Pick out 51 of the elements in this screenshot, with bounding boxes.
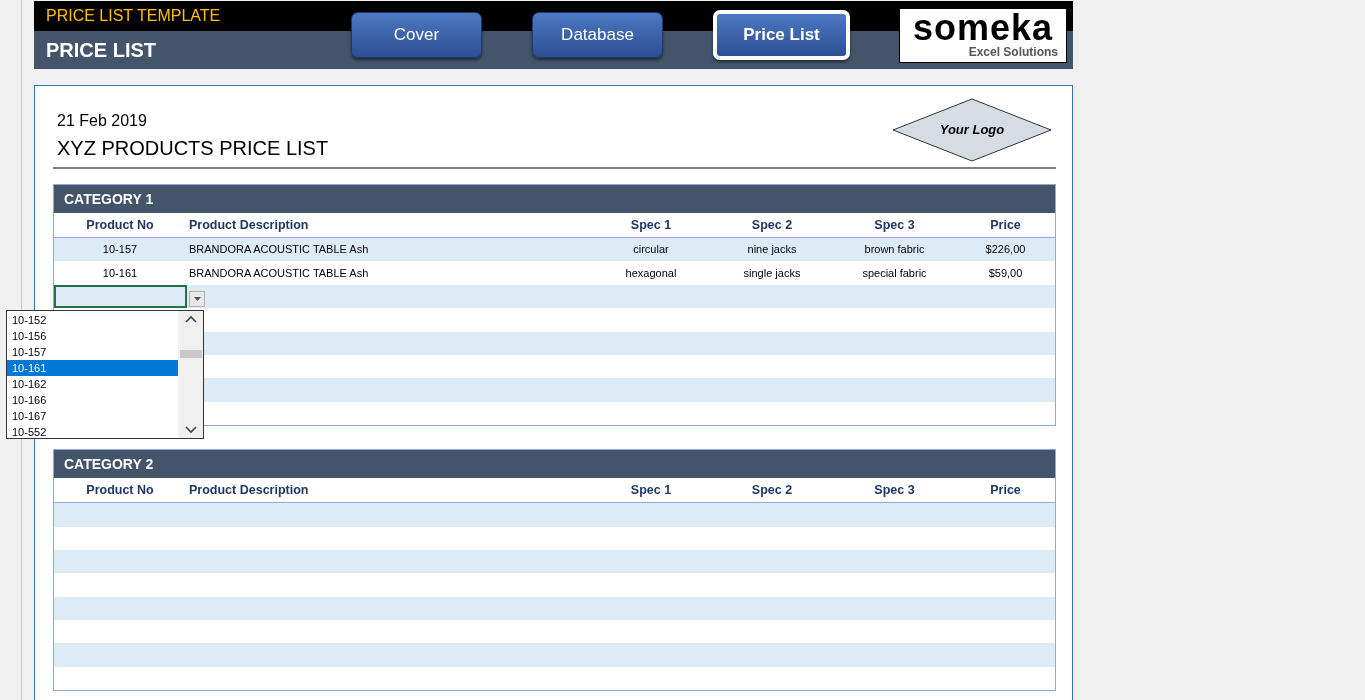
logo-placeholder-text: Your Logo [939,121,1005,140]
table-cell-text: circular [632,242,670,258]
table-cell-text: $226,00 [984,242,1027,258]
page-title: PRICE LIST [46,38,157,63]
date-text: 21 Feb 2019 [56,111,148,131]
dropdown-option[interactable]: 10-157 [7,343,178,360]
table-cell-text: 10-157 [101,242,139,258]
table-cell-text: $59,00 [987,265,1024,281]
sheet-title: XYZ PRODUCTS PRICE LIST [56,136,329,161]
column-header: Price [989,481,1022,499]
column-header: Product Description [188,216,310,234]
dropdown-option[interactable]: 10-552 [7,423,178,440]
table-cell-text: hexagonal [624,265,678,281]
template-title: PRICE LIST TEMPLATE [46,6,222,26]
column-header: Price [989,216,1022,234]
nav-button[interactable]: Cover [351,12,482,58]
chevron-up-icon [184,314,197,323]
column-header: Spec 3 [873,216,916,234]
table-cell-text: 10-161 [101,265,139,281]
table-cell-text: brown fabric [863,242,926,258]
table-cell-text: single jacks [742,265,802,281]
dropdown-option[interactable]: 10-166 [7,391,178,408]
table-cell-text: nine jacks [746,242,798,258]
table-cell-text: BRANDORA ACOUSTIC TABLE Ash [188,265,370,281]
column-header: Product No [85,481,155,499]
dropdown-option[interactable]: 10-152 [7,311,178,328]
category-title: CATEGORY 1 [54,185,1055,213]
dropdown-arrow-button[interactable] [189,290,205,307]
nav-button[interactable]: Database [532,12,663,58]
dropdown-option[interactable]: 10-161 [7,359,178,376]
dropdown-option[interactable]: 10-156 [7,327,178,344]
scrollbar-thumb[interactable] [179,350,202,359]
category-title: CATEGORY 2 [54,450,1055,479]
column-header: Spec 2 [750,216,794,234]
dropdown-option[interactable]: 10-162 [7,375,178,392]
selected-cell[interactable] [54,284,187,309]
column-header: Product No [85,216,155,234]
brand-tagline: Excel Solutions [968,45,1058,59]
nav-button[interactable]: Price List [713,10,850,60]
column-header: Spec 1 [629,216,673,234]
chevron-down-icon [184,425,197,434]
dropdown-option[interactable]: 10-167 [7,407,178,424]
column-header: Product Description [188,481,310,499]
table-cell-text: special fabric [861,265,928,281]
column-header: Spec 2 [750,481,794,499]
brand-name: someka [912,11,1054,45]
caret-icon [193,296,201,301]
scrollbar[interactable] [178,310,203,438]
column-header: Spec 3 [873,481,916,499]
table-cell-text: BRANDORA ACOUSTIC TABLE Ash [188,242,370,258]
column-header: Spec 1 [629,481,673,499]
